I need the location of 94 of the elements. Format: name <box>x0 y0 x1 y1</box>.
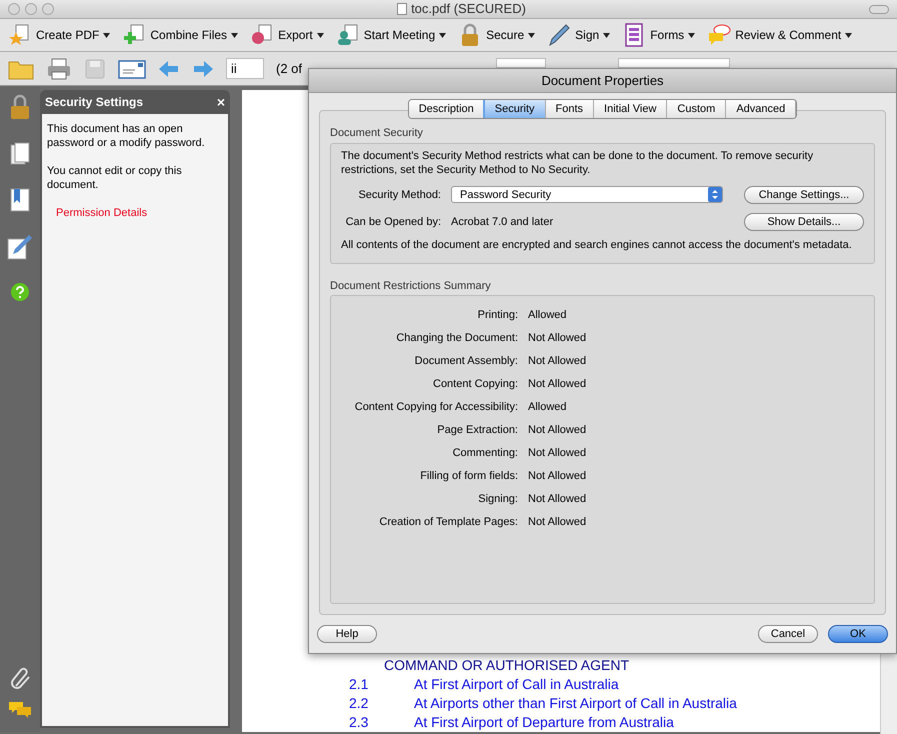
caret-icon <box>528 32 536 38</box>
tab[interactable]: Security <box>484 100 546 118</box>
caret-icon <box>845 32 852 38</box>
section-link[interactable]: At First Airport of Departure from Australia <box>414 713 674 732</box>
stepper-arrows-icon <box>708 187 722 202</box>
restriction-value: Not Allowed <box>528 492 586 508</box>
encryption-note: All contents of the document are encrypted and search engines cannot access the document's metadata. <box>341 238 853 252</box>
toolbar-button[interactable]: Forms <box>622 23 696 47</box>
paperclip-icon[interactable] <box>10 666 30 690</box>
permission-details-link[interactable]: Permission Details <box>56 206 223 220</box>
restriction-value: Not Allowed <box>528 469 586 484</box>
window-control-button[interactable] <box>25 3 37 15</box>
restriction-value: Allowed <box>528 308 567 324</box>
restriction-value: Not Allowed <box>528 423 586 438</box>
field-label: Can be Opened by: <box>344 214 442 228</box>
toolbar-toggle-button[interactable] <box>869 4 889 14</box>
toolbar-button[interactable]: Review & Comment <box>707 23 852 47</box>
restriction-value: Not Allowed <box>528 515 586 530</box>
restriction-value: Not Allowed <box>528 331 586 346</box>
section-link[interactable]: At First Airport of Call in Australia <box>414 675 619 694</box>
panel-text: You cannot edit or copy this document. <box>47 164 183 192</box>
restriction-label: Content Copying for Accessibility: <box>354 400 519 416</box>
toolbar-button[interactable]: Secure <box>458 23 536 47</box>
restriction-value: Not Allowed <box>528 446 586 462</box>
restriction-value: Allowed <box>528 400 567 416</box>
person-document-icon <box>336 23 360 47</box>
change-settings-button[interactable]: Change Settings... <box>744 186 864 204</box>
panel-title: Security Settings <box>45 94 144 111</box>
tab[interactable]: Custom <box>667 100 726 118</box>
caret-icon <box>688 32 696 38</box>
speech-bubbles-icon <box>707 23 732 47</box>
close-button[interactable]: × <box>216 95 225 109</box>
page-number-field[interactable]: ii <box>226 58 264 79</box>
tab[interactable]: Initial View <box>594 100 668 118</box>
right-arrow-icon[interactable] <box>192 58 214 78</box>
caret-icon <box>439 32 446 38</box>
field-label: Security Method: <box>357 188 442 202</box>
toolbar-button[interactable]: Create PDF <box>8 23 110 47</box>
show-details-button[interactable]: Show Details... <box>744 212 864 230</box>
restriction-label: Signing: <box>477 492 519 508</box>
caret-icon <box>231 32 238 38</box>
section-number: 2.2 <box>349 694 370 713</box>
section-number: 2.3 <box>349 713 370 732</box>
bookmark-icon[interactable] <box>10 188 30 212</box>
section-heading: Document Restrictions Summary <box>330 278 492 294</box>
field-value: Acrobat 7.0 and later <box>451 214 554 228</box>
toolbar-button[interactable]: Sign <box>547 23 610 47</box>
restriction-value: Not Allowed <box>528 354 586 370</box>
panel-text: This document has an open password or a modify password. <box>47 122 206 150</box>
security-method-dropdown[interactable]: Password Security <box>451 186 723 203</box>
page-count: (2 of <box>276 60 302 78</box>
window-control-button[interactable] <box>8 3 20 15</box>
zoom-field[interactable] <box>496 58 546 68</box>
dialog-title: Document Properties <box>541 72 664 90</box>
document-icon <box>397 3 408 15</box>
caret-icon <box>103 32 110 38</box>
restriction-label: Page Extraction: <box>436 423 519 438</box>
window-title: toc.pdf (SECURED) <box>411 0 526 18</box>
section-link[interactable]: At Airports other than First Airport of Call in Australia <box>414 694 737 713</box>
toolbar-button[interactable]: Combine Files <box>122 23 238 47</box>
lock-icon[interactable] <box>8 94 32 120</box>
envelope-icon[interactable] <box>118 58 146 80</box>
caret-icon <box>603 32 610 38</box>
restriction-label: Filling of form fields: <box>419 469 519 484</box>
document-heading: COMMAND OR AUTHORISED AGENT <box>384 656 630 675</box>
caret-icon <box>316 32 324 38</box>
help-button[interactable]: Help <box>317 625 377 643</box>
pen-and-paper-icon[interactable] <box>7 234 33 260</box>
speech-bubbles-icon[interactable] <box>8 700 32 720</box>
section-number: 2.1 <box>349 675 370 694</box>
ok-button[interactable]: OK <box>828 625 888 643</box>
section-heading: Document Security <box>330 126 424 141</box>
restriction-label: Changing the Document: <box>395 331 519 346</box>
restriction-label: Document Assembly: <box>414 354 519 370</box>
tab[interactable]: Description <box>408 100 485 118</box>
restriction-label: Content Copying: <box>432 377 519 392</box>
pen-icon <box>547 23 572 47</box>
left-arrow-icon[interactable] <box>158 58 180 78</box>
printer-icon[interactable] <box>46 58 72 80</box>
tab[interactable]: Fonts <box>546 100 594 118</box>
help-icon[interactable] <box>10 282 30 302</box>
restriction-value: Not Allowed <box>528 377 586 392</box>
toolbar-button[interactable]: Export <box>250 23 324 47</box>
restriction-label: Creation of Template Pages: <box>378 515 519 530</box>
window-control-button[interactable] <box>42 3 54 15</box>
restriction-label: Commenting: <box>452 446 519 462</box>
toolbar-button[interactable]: Start Meeting <box>336 23 446 47</box>
cancel-button[interactable]: Cancel <box>758 625 818 643</box>
tab[interactable]: Advanced <box>726 100 796 118</box>
security-description: The document's Security Method restricts what can be done to the document. To remove security restrictions, set the Security Method to No Security. <box>341 148 814 176</box>
restriction-label: Printing: <box>476 308 519 324</box>
find-field[interactable] <box>618 58 730 68</box>
pages-icon[interactable] <box>10 142 30 166</box>
plus-document-icon <box>122 23 146 47</box>
